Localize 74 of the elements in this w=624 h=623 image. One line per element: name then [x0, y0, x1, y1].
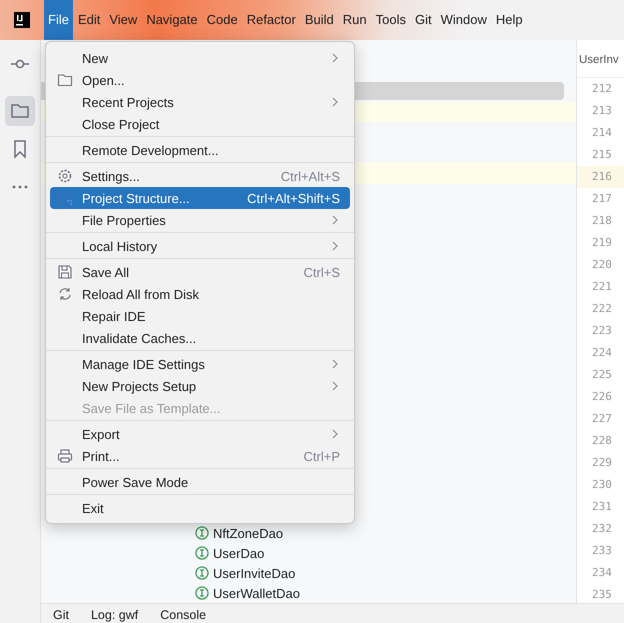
tree-item[interactable]: NftZoneDao: [213, 526, 284, 540]
menu-entry[interactable]: Remote Development...: [50, 139, 350, 161]
menu-entry[interactable]: Recent Projects: [50, 91, 350, 113]
line-number: 233: [592, 544, 612, 557]
menu-entry[interactable]: Export: [50, 423, 350, 445]
menu-entry[interactable]: New: [50, 47, 350, 69]
menu-entry[interactable]: Reload All from Disk: [50, 283, 350, 305]
menu-entry[interactable]: Power Save Mode: [50, 471, 350, 493]
menu-item[interactable]: Tools: [372, 0, 410, 40]
line-number: 218: [592, 214, 612, 227]
menu-entry[interactable]: Close Project: [50, 113, 350, 135]
interface-icon: [195, 526, 209, 540]
interface-icon: [195, 566, 209, 580]
line-number: 232: [592, 522, 612, 535]
menu-item[interactable]: Help: [492, 0, 527, 40]
editor-tab[interactable]: UserInv: [577, 40, 624, 78]
folder-icon[interactable]: [5, 96, 35, 126]
menu-item[interactable]: View: [105, 0, 142, 40]
menu-entry[interactable]: Print... Ctrl+P: [50, 445, 350, 467]
line-number: 235: [592, 588, 612, 601]
line-number: 234: [592, 566, 612, 579]
menu-entry[interactable]: File Properties: [50, 209, 350, 231]
menu-item[interactable]: Build: [300, 0, 338, 40]
interface-icon: [195, 546, 209, 560]
menu-item[interactable]: Code: [202, 0, 242, 40]
menu-entry[interactable]: Invalidate Caches...: [50, 327, 350, 349]
menu-entry[interactable]: Project Structure... Ctrl+Alt+Shift+S: [50, 187, 350, 209]
line-number: 231: [592, 500, 612, 513]
save-icon: [57, 264, 73, 280]
line-number: 214: [592, 126, 612, 139]
menu-item[interactable]: Refactor: [242, 0, 300, 40]
line-number: 230: [592, 478, 612, 491]
line-number: 226: [592, 390, 612, 403]
tree-item[interactable]: UserInviteDao: [213, 566, 296, 580]
menu-entry[interactable]: Exit: [50, 497, 350, 519]
line-number: 220: [592, 258, 612, 271]
folder-grid-icon: [57, 190, 73, 206]
reload-icon: [57, 286, 73, 302]
line-number: 224: [592, 346, 612, 359]
line-number: 225: [592, 368, 612, 381]
tool-tab[interactable]: Console: [160, 608, 206, 622]
tree-item[interactable]: UserWalletDao: [213, 586, 300, 600]
menu-entry[interactable]: Local History: [50, 235, 350, 257]
menu-item[interactable]: Edit: [74, 0, 104, 40]
menu-entry[interactable]: Manage IDE Settings: [50, 353, 350, 375]
menu-entry[interactable]: New Projects Setup: [50, 375, 350, 397]
line-number: 221: [592, 280, 612, 293]
line-number: 227: [592, 412, 612, 425]
line-number: 215: [592, 148, 612, 161]
line-number: 229: [592, 456, 612, 469]
line-number: 213: [592, 104, 612, 117]
menu-item[interactable]: File: [44, 0, 73, 40]
line-number: 216: [592, 170, 612, 183]
menu-entry[interactable]: Settings... Ctrl+Alt+S: [50, 165, 350, 187]
tool-tab[interactable]: Log: gwf: [90, 608, 138, 622]
line-number: 217: [592, 192, 612, 205]
menu-entry[interactable]: Open...: [50, 69, 350, 91]
line-number: 219: [592, 236, 612, 249]
menu-entry[interactable]: Repair IDE: [50, 305, 350, 327]
menu-entry[interactable]: Save All Ctrl+S: [50, 261, 350, 283]
line-number: 228: [592, 434, 612, 447]
tree-item[interactable]: UserDao: [213, 546, 264, 560]
menu-item[interactable]: Navigate: [142, 0, 202, 40]
tool-tab[interactable]: Git: [53, 608, 69, 622]
folder-icon: [57, 72, 73, 88]
menu-item[interactable]: Git: [410, 0, 436, 40]
menu-item[interactable]: Run: [338, 0, 371, 40]
line-number: 212: [592, 82, 612, 95]
interface-icon: [195, 586, 209, 600]
line-number: 222: [592, 302, 612, 315]
print-icon: [57, 448, 73, 464]
settings-icon: [57, 168, 73, 184]
line-number: 223: [592, 324, 612, 337]
menu-item[interactable]: Window: [436, 0, 491, 40]
